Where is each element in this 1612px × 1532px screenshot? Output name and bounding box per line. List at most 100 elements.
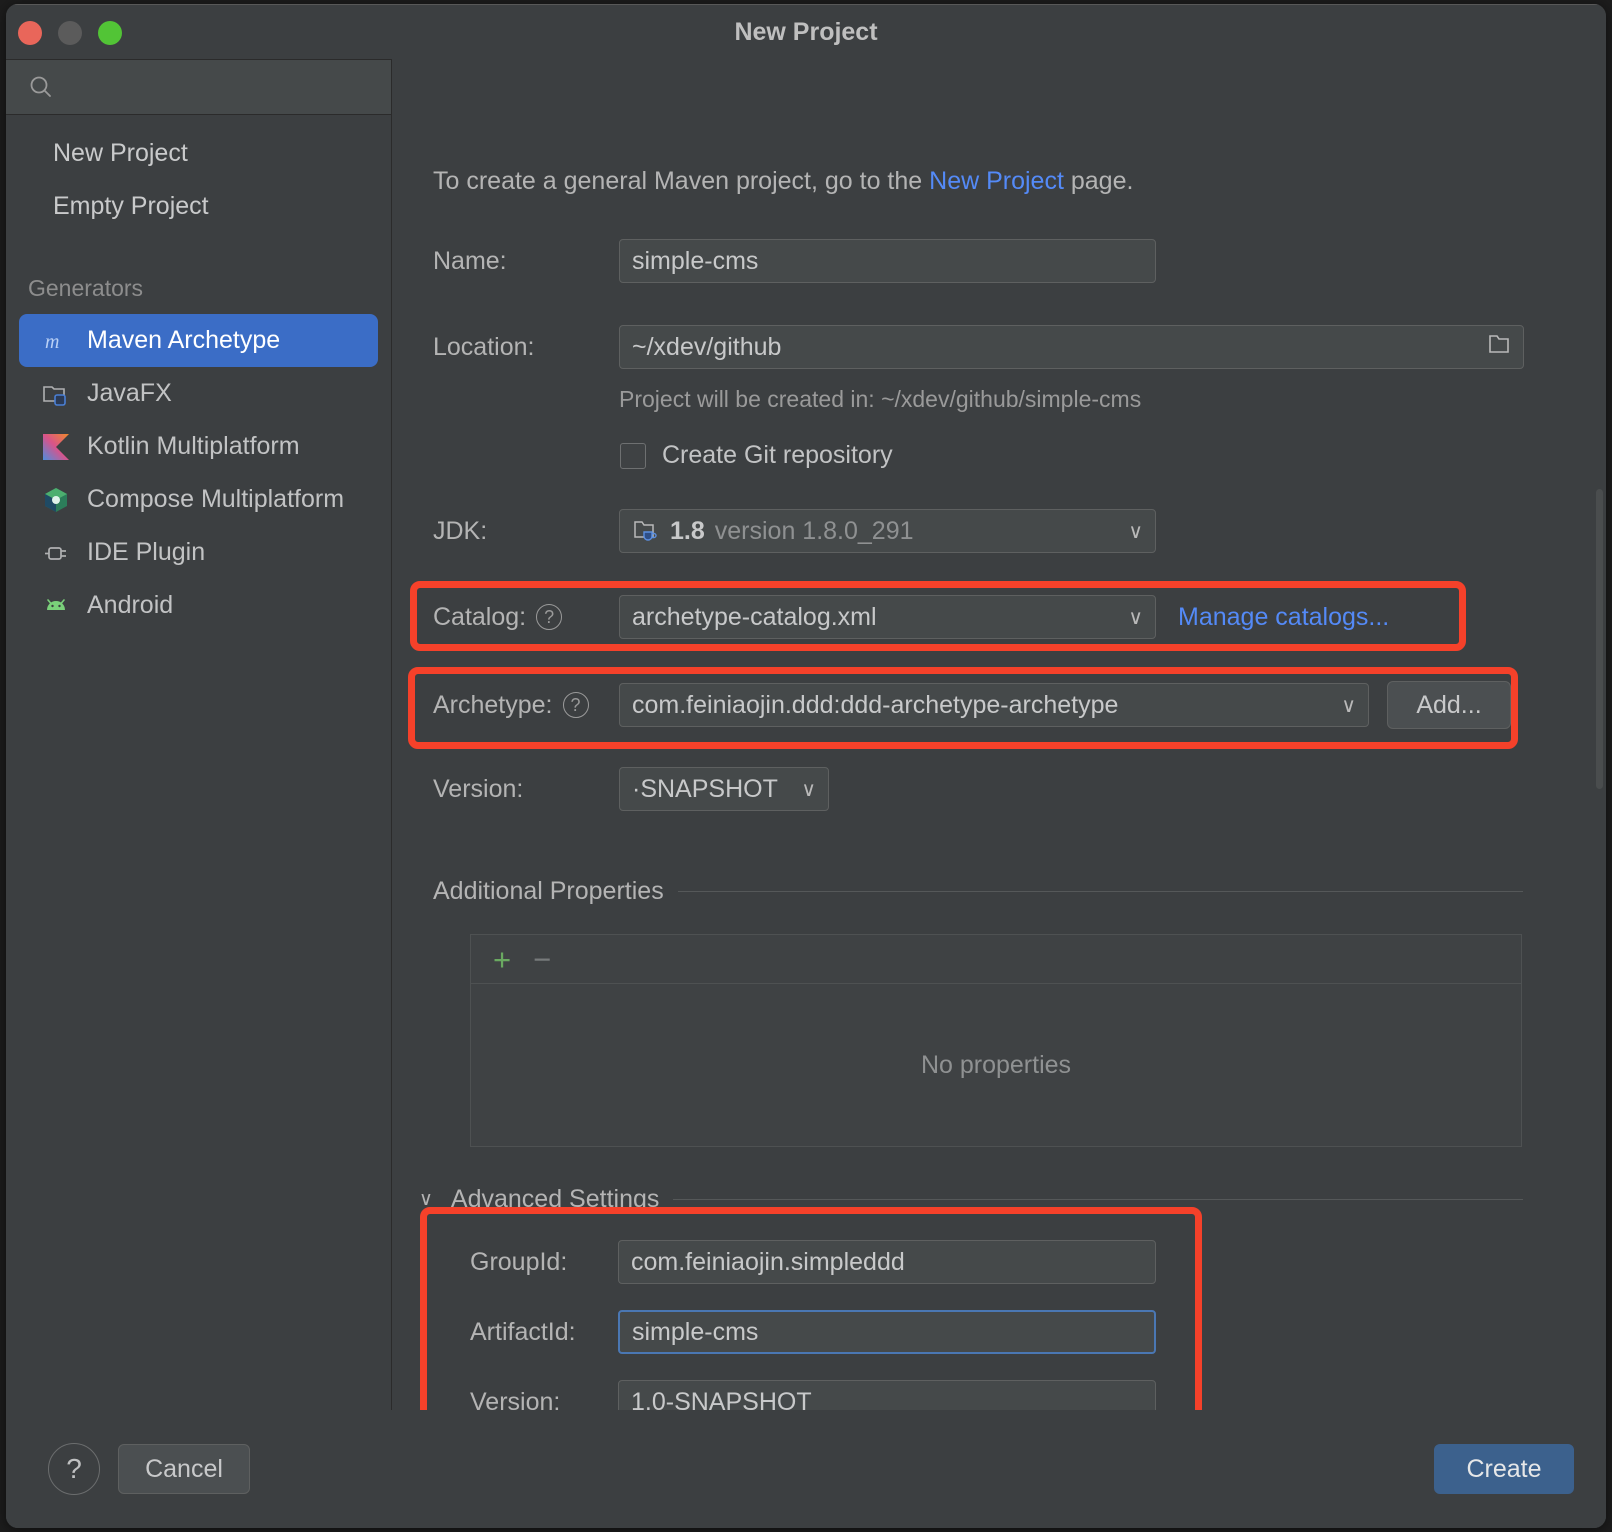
- intro-suffix: page.: [1064, 167, 1134, 195]
- minus-icon[interactable]: −: [533, 944, 551, 975]
- plus-icon[interactable]: +: [493, 944, 511, 975]
- group-id-input[interactable]: com.feiniaojin.simpleddd: [618, 1240, 1156, 1284]
- jdk-label: JDK:: [433, 517, 619, 546]
- additional-properties-section-header: Additional Properties: [433, 877, 1523, 906]
- chevron-down-icon[interactable]: ∨: [1331, 693, 1356, 718]
- name-input[interactable]: simple-cms: [619, 239, 1156, 283]
- sidebar-item-kotlin-multiplatform[interactable]: Kotlin Multiplatform: [19, 420, 378, 473]
- artifact-id-input[interactable]: simple-cms: [618, 1310, 1156, 1354]
- catalog-dropdown[interactable]: archetype-catalog.xml ∨: [619, 595, 1156, 639]
- dialog-body: New Project Empty Project Generators m M…: [6, 59, 1606, 1528]
- group-id-value: com.feiniaojin.simpleddd: [631, 1248, 905, 1277]
- catalog-value: archetype-catalog.xml: [632, 603, 877, 632]
- sidebar-item-label: JavaFX: [87, 379, 172, 408]
- archetype-label-wrap: Archetype: ?: [433, 691, 619, 720]
- dialog-footer: ? Cancel Create: [6, 1410, 1606, 1528]
- window-title: New Project: [6, 5, 1606, 60]
- plugin-icon: [41, 538, 71, 568]
- sidebar-item-compose-multiplatform[interactable]: Compose Multiplatform: [19, 473, 378, 526]
- archetype-label: Archetype:: [433, 691, 553, 720]
- javafx-icon: [41, 379, 71, 409]
- sidebar-item-maven-archetype[interactable]: m Maven Archetype: [19, 314, 378, 367]
- catalog-label: Catalog:: [433, 603, 526, 632]
- search-field[interactable]: [6, 59, 391, 115]
- title-bar: New Project: [6, 4, 1606, 59]
- sidebar-item-label: Maven Archetype: [87, 326, 280, 355]
- kotlin-icon: [41, 432, 71, 462]
- minimize-window-button[interactable]: [58, 21, 82, 45]
- cancel-button[interactable]: Cancel: [118, 1444, 250, 1494]
- location-label: Location:: [433, 333, 619, 362]
- sidebar-item-javafx[interactable]: JavaFX: [19, 367, 378, 420]
- cancel-label: Cancel: [145, 1455, 223, 1484]
- artifact-id-label: ArtifactId:: [470, 1318, 618, 1347]
- chevron-down-icon[interactable]: ∨: [1118, 519, 1143, 544]
- sidebar-top-list: New Project Empty Project: [6, 115, 391, 233]
- archetype-row: Archetype: ? com.feiniaojin.ddd:ddd-arch…: [433, 681, 1606, 729]
- artifact-id-value: simple-cms: [632, 1318, 758, 1347]
- location-hint: Project will be created in: ~/xdev/githu…: [619, 386, 1141, 413]
- new-project-link[interactable]: New Project: [929, 167, 1064, 195]
- help-icon[interactable]: ?: [536, 604, 562, 630]
- archetype-dropdown[interactable]: com.feiniaojin.ddd:ddd-archetype-archety…: [619, 683, 1369, 727]
- sidebar-item-label: Compose Multiplatform: [87, 485, 344, 514]
- jdk-row: JDK: 1.8 version 1.8.0_291 ∨: [433, 509, 1233, 553]
- generators-list: m Maven Archetype JavaFX: [6, 314, 391, 632]
- group-id-label: GroupId:: [470, 1248, 618, 1277]
- search-icon: [28, 74, 54, 100]
- advanced-settings-title: Advanced Settings: [451, 1185, 659, 1214]
- sidebar-item-new-project[interactable]: New Project: [6, 127, 391, 180]
- sidebar-item-label: Kotlin Multiplatform: [87, 432, 300, 461]
- archetype-version-row: Version: ·SNAPSHOT ∨: [433, 767, 1033, 811]
- jdk-version-suffix: version 1.8.0_291: [715, 517, 914, 546]
- chevron-down-icon[interactable]: ∨: [1118, 605, 1143, 630]
- manage-catalogs-link[interactable]: Manage catalogs...: [1178, 603, 1389, 632]
- location-input[interactable]: ~/xdev/github: [619, 325, 1524, 369]
- name-input-value: simple-cms: [632, 247, 758, 276]
- sidebar-item-label: Android: [87, 591, 173, 620]
- main-scrollbar[interactable]: [1596, 489, 1603, 789]
- svg-text:m: m: [45, 331, 59, 353]
- folder-icon[interactable]: [1477, 333, 1511, 361]
- section-divider: [678, 891, 1523, 892]
- maven-icon: m: [41, 326, 71, 356]
- help-icon[interactable]: ?: [563, 692, 589, 718]
- catalog-row: Catalog: ? archetype-catalog.xml ∨ Manag…: [433, 595, 1533, 639]
- additional-properties-title: Additional Properties: [433, 877, 664, 906]
- add-archetype-button[interactable]: Add...: [1387, 681, 1511, 729]
- chevron-down-icon[interactable]: ∨: [419, 1188, 433, 1211]
- jdk-icon: [632, 518, 660, 544]
- create-label: Create: [1466, 1455, 1541, 1484]
- intro-text: To create a general Maven project, go to…: [433, 167, 1133, 196]
- help-button[interactable]: ?: [48, 1443, 100, 1495]
- archetype-version-value: ·SNAPSHOT: [632, 775, 778, 804]
- archetype-version-label: Version:: [433, 775, 619, 804]
- create-git-repository-checkbox[interactable]: [620, 443, 646, 469]
- name-label: Name:: [433, 247, 619, 276]
- properties-toolbar: + −: [471, 935, 1521, 984]
- create-git-repository-row[interactable]: Create Git repository: [620, 441, 893, 470]
- no-properties-message: No properties: [471, 984, 1521, 1147]
- jdk-value: 1.8: [670, 517, 705, 546]
- jdk-dropdown[interactable]: 1.8 version 1.8.0_291 ∨: [619, 509, 1156, 553]
- android-icon: [41, 591, 71, 621]
- sidebar: New Project Empty Project Generators m M…: [6, 59, 392, 1528]
- archetype-value: com.feiniaojin.ddd:ddd-archetype-archety…: [632, 691, 1118, 720]
- chevron-down-icon[interactable]: ∨: [791, 777, 816, 802]
- sidebar-item-android[interactable]: Android: [19, 579, 378, 632]
- location-input-value: ~/xdev/github: [632, 333, 781, 362]
- catalog-label-wrap: Catalog: ?: [433, 603, 619, 632]
- sidebar-item-label: IDE Plugin: [87, 538, 205, 567]
- sidebar-item-ide-plugin[interactable]: IDE Plugin: [19, 526, 378, 579]
- main-panel: To create a general Maven project, go to…: [392, 59, 1606, 1528]
- close-window-button[interactable]: [18, 21, 42, 45]
- archetype-version-dropdown[interactable]: ·SNAPSHOT ∨: [619, 767, 829, 811]
- name-row: Name: simple-cms: [433, 239, 1593, 283]
- advanced-settings-section-header[interactable]: ∨ Advanced Settings: [419, 1185, 1523, 1214]
- compose-icon: [41, 485, 71, 515]
- add-archetype-label: Add...: [1416, 691, 1481, 720]
- zoom-window-button[interactable]: [98, 21, 122, 45]
- create-button[interactable]: Create: [1434, 1444, 1574, 1494]
- sidebar-item-empty-project[interactable]: Empty Project: [6, 180, 391, 233]
- create-git-repository-label: Create Git repository: [662, 441, 893, 470]
